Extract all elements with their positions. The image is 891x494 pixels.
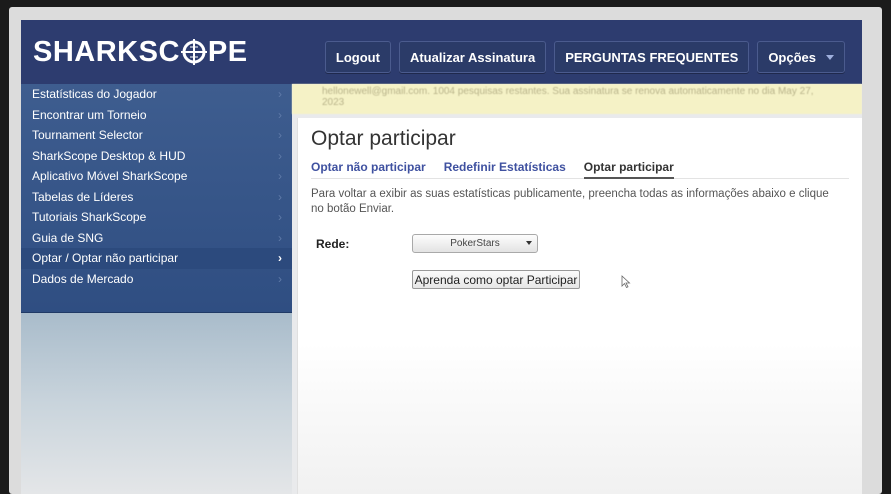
chevron-right-icon: › — [278, 87, 282, 101]
sidebar-item-tutorials[interactable]: Tutoriais SharkScope › — [21, 207, 292, 228]
options-dropdown[interactable]: Opções — [757, 41, 845, 73]
sidebar-item-market-data[interactable]: Dados de Mercado › — [21, 269, 292, 290]
sidebar-item-player-stats[interactable]: Estatísticas do Jogador › — [21, 84, 292, 105]
learn-opt-in-label: Aprenda como optar Participar — [414, 272, 578, 287]
crosshair-icon — [180, 39, 207, 65]
faq-label: PERGUNTAS FREQUENTES — [565, 49, 739, 65]
sidebar-item-label: Tutoriais SharkScope — [32, 210, 147, 224]
sidebar-menu: Estatísticas do Jogador › Encontrar um T… — [21, 84, 292, 313]
sidebar-item-label: Tabelas de Líderes — [32, 189, 134, 204]
chevron-right-icon: › — [278, 230, 282, 245]
tab-opt-in[interactable]: Optar participar — [583, 160, 674, 179]
tab-reset-stats[interactable]: Redefinir Estatísticas — [444, 160, 566, 177]
tabs: Optar não participar Redefinir Estatísti… — [311, 160, 849, 179]
mouse-cursor-icon — [621, 275, 631, 289]
sidebar-item-tournament-selector[interactable]: Tournament Selector › — [21, 125, 292, 146]
sidebar-item-desktop-hud[interactable]: SharkScope Desktop & HUD › — [21, 146, 292, 167]
chevron-right-icon: › — [278, 169, 282, 183]
sidebar-item-label: Guia de SNG — [32, 230, 104, 245]
network-selected-value: PokerStars — [450, 238, 500, 249]
update-subscription-label: Atualizar Assinatura — [409, 49, 536, 65]
sidebar-item-label: SharkScope Desktop & HUD — [32, 148, 186, 163]
options-label: Opções — [768, 49, 816, 65]
notice-text: hellonewell@gmail.com. 1004 pesquisas re… — [322, 86, 814, 108]
instructions-text: Para voltar a exibir as suas estatística… — [311, 188, 829, 215]
subscription-notice: hellonewell@gmail.com. 1004 pesquisas re… — [292, 84, 862, 114]
chevron-right-icon: › — [278, 128, 282, 142]
sidebar-background — [21, 313, 292, 494]
caret-down-icon — [826, 54, 834, 60]
network-label: Rede: — [316, 237, 350, 251]
sidebar-item-opt-in-out[interactable]: Optar / Optar não participar › — [21, 248, 292, 269]
sidebar-item-mobile-app[interactable]: Aplicativo Móvel SharkScope › — [21, 166, 292, 187]
chevron-right-icon: › — [278, 210, 282, 224]
sidebar-item-find-tournament[interactable]: Encontrar um Torneio › — [21, 105, 292, 126]
sharkscope-app: SHARKSC PE Logout Atualizar Assinatura P… — [21, 20, 862, 494]
sidebar-item-sng-guide[interactable]: Guia de SNG › — [21, 228, 292, 249]
sharkscope-logo[interactable]: SHARKSC PE — [33, 34, 248, 70]
sidebar-item-label: Tournament Selector — [32, 128, 143, 142]
sidebar-item-label: Encontrar um Torneio — [32, 107, 147, 122]
sidebar-item-label: Dados de Mercado — [32, 271, 134, 286]
faq-button[interactable]: PERGUNTAS FREQUENTES — [554, 41, 750, 73]
sidebar-item-leaderboards[interactable]: Tabelas de Líderes › — [21, 187, 292, 208]
update-subscription-button[interactable]: Atualizar Assinatura — [398, 41, 547, 73]
logout-label: Logout — [335, 49, 380, 65]
logout-button[interactable]: Logout — [324, 41, 391, 73]
main-content: Optar participar Optar não participar Re… — [297, 118, 862, 494]
logo-text-right: PE — [207, 35, 248, 68]
logo-text-left: SHARKSC — [33, 35, 180, 68]
chevron-right-icon: › — [278, 189, 282, 204]
tab-opt-out[interactable]: Optar não participar — [311, 160, 426, 177]
network-select[interactable]: PokerStars — [412, 234, 538, 253]
dropdown-arrow-icon — [526, 241, 532, 245]
top-nav: Logout Atualizar Assinatura PERGUNTAS FR… — [324, 41, 845, 73]
sidebar-item-label: Optar / Optar não participar — [32, 251, 179, 265]
sidebar-item-label: Aplicativo Móvel SharkScope — [32, 169, 188, 183]
chevron-right-icon: › — [278, 107, 282, 122]
page-title: Optar participar — [311, 127, 456, 150]
chevron-right-icon: › — [278, 251, 282, 265]
chevron-right-icon: › — [278, 271, 282, 286]
chevron-right-icon: › — [278, 148, 282, 163]
learn-opt-in-button[interactable]: Aprenda como optar Participar — [412, 270, 580, 289]
header: SHARKSC PE Logout Atualizar Assinatura P… — [21, 20, 862, 84]
sidebar-item-label: Estatísticas do Jogador — [32, 87, 157, 101]
